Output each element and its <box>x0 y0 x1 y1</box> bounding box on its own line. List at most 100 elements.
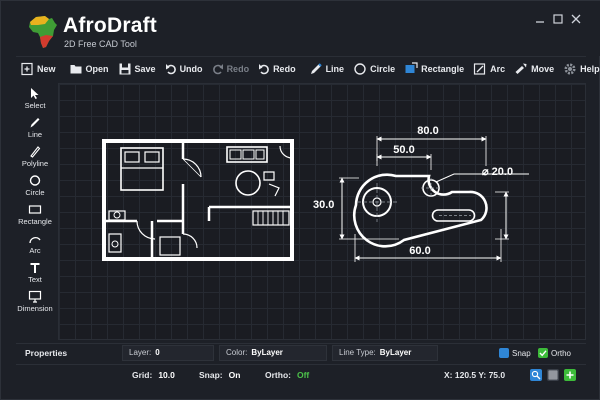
tool-select[interactable]: Select <box>19 85 51 112</box>
line-button[interactable]: Line <box>305 58 349 80</box>
add-icon[interactable] <box>564 369 576 381</box>
arc-icon <box>474 62 486 75</box>
tool-circle[interactable]: Circle <box>19 172 51 199</box>
dim-text-80: 80.0 <box>417 125 438 137</box>
status-snap-label: Snap: <box>199 370 223 380</box>
help-button[interactable]: Help <box>559 58 600 80</box>
linetype-label: Line Type: <box>339 348 376 357</box>
snap-toggle-label: Snap <box>512 348 531 358</box>
color-label: Color: <box>226 348 248 357</box>
tool-line-label: Line <box>27 130 43 139</box>
coordinates-readout: X: 120.5 Y: 75.0 <box>444 370 506 380</box>
rectangle-button[interactable]: Rectangle <box>400 58 468 80</box>
close-icon[interactable] <box>568 13 584 29</box>
save-button[interactable]: Save <box>114 58 160 80</box>
gear-icon <box>564 63 576 74</box>
drawing-svg: 80.0 50.0 ⌀ 20.0 30.0 60.0 <box>102 125 529 262</box>
dim-text-60: 60.0 <box>409 245 430 257</box>
undo-button[interactable]: Undo <box>161 58 207 80</box>
tool-circle-label: Circle <box>25 188 45 197</box>
status-snap: Snap: On <box>199 370 240 380</box>
tool-polyline-label: Polyline <box>21 159 49 168</box>
grid-label: Grid: <box>132 370 153 380</box>
ortho-toggle-label: Ortho <box>551 348 572 358</box>
save-icon <box>119 63 131 74</box>
properties-bar: Properties Layer: 0 Color: ByLayer Line Ty… <box>16 343 586 361</box>
cursor-arrow-icon <box>31 88 39 99</box>
circle-icon <box>29 175 41 186</box>
rectangle-label: Rectangle <box>421 63 465 74</box>
grid-value: 10.0 <box>158 370 175 380</box>
rectangle-icon <box>28 205 42 214</box>
circle-icon <box>354 62 366 75</box>
tool-dimension[interactable]: Dimension <box>17 288 53 315</box>
tool-line[interactable]: Line <box>19 114 51 141</box>
move-button[interactable]: Move <box>510 58 558 80</box>
monitor-icon <box>28 290 42 303</box>
zoom-icon[interactable] <box>530 369 542 381</box>
new-button[interactable]: New <box>16 58 60 80</box>
move-label: Move <box>531 63 555 74</box>
arc-label: Arc <box>490 63 506 74</box>
app-window: AfroDraft 2D Free CAD Tool New Open Save… <box>0 0 600 400</box>
africa-logo-icon <box>29 16 57 48</box>
circle-button[interactable]: Circle <box>349 58 399 80</box>
line-label: Line <box>325 63 345 74</box>
layer-label: Layer: <box>129 348 152 357</box>
linetype-field[interactable]: Line Type: ByLayer <box>332 345 438 361</box>
status-bar: Grid: 10.0 Snap: On Ortho: Off X: 120.5 Y: … <box>16 364 586 384</box>
tool-palette: Select Line Polyline Circle Rectangle Ar… <box>17 83 53 315</box>
linetype-value: ByLayer <box>379 348 412 357</box>
tool-arc-label: Arc <box>29 246 41 255</box>
color-field[interactable]: Color: ByLayer <box>219 345 327 361</box>
tool-dimension-label: Dimension <box>17 304 53 313</box>
layer-value: 0 <box>155 348 160 357</box>
tool-text[interactable]: Text <box>19 259 51 286</box>
snap-toggle[interactable]: Snap <box>499 347 531 359</box>
tool-arc[interactable]: Arc <box>19 230 51 257</box>
undo-arrow-icon <box>259 63 269 74</box>
help-label: Help <box>580 63 600 74</box>
text-t-icon <box>30 263 40 273</box>
tool-rectangle[interactable]: Rectangle <box>18 201 52 228</box>
redo-button[interactable]: Redo <box>254 58 300 80</box>
status-ortho-value: Off <box>296 370 310 380</box>
main-toolbar: New Open Save Undo Redo Redo Line Circle… <box>16 56 600 80</box>
redo-icon <box>212 63 223 74</box>
pencil-icon <box>30 118 40 128</box>
snap-checkbox-icon <box>499 348 509 358</box>
status-ortho: Ortho: Off <box>265 370 309 380</box>
folder-icon <box>70 64 82 73</box>
drawing-canvas[interactable]: 80.0 50.0 ⌀ 20.0 30.0 60.0 <box>58 83 586 340</box>
tool-polyline[interactable]: Polyline <box>19 143 51 170</box>
status-snap-value: On <box>228 370 241 380</box>
open-label: Open <box>85 63 109 74</box>
undo-label: Undo <box>179 63 203 74</box>
maximize-icon[interactable] <box>550 13 566 29</box>
new-label: New <box>37 63 56 74</box>
floor-plan <box>102 139 294 261</box>
rectangle-icon <box>405 61 418 73</box>
tool-rectangle-label: Rectangle <box>18 217 52 226</box>
color-value: ByLayer <box>251 348 283 357</box>
circle-label: Circle <box>370 63 396 74</box>
new-file-icon <box>21 62 33 75</box>
dim-text-50: 50.0 <box>393 144 414 156</box>
app-title: AfroDraft <box>63 14 157 37</box>
dim-text-30: 30.0 <box>313 199 334 211</box>
arc-button[interactable]: Arc <box>469 58 509 80</box>
properties-title: Properties <box>25 348 68 358</box>
ortho-checkbox-icon <box>538 348 548 358</box>
redo-label: Redo <box>273 63 296 74</box>
grid-icon[interactable] <box>547 369 559 381</box>
ortho-toggle[interactable]: Ortho <box>538 347 571 359</box>
title-bar: AfroDraft 2D Free CAD Tool <box>1 1 600 56</box>
redo-disabled-button[interactable]: Redo <box>208 58 254 80</box>
layer-field[interactable]: Layer: 0 <box>122 345 214 361</box>
mechanical-part <box>339 136 529 262</box>
app-subtitle: 2D Free CAD Tool <box>64 39 137 49</box>
open-button[interactable]: Open <box>65 58 113 80</box>
minimize-icon[interactable] <box>532 13 548 29</box>
undo-icon <box>165 63 176 74</box>
redo-disabled-label: Redo <box>226 63 250 74</box>
